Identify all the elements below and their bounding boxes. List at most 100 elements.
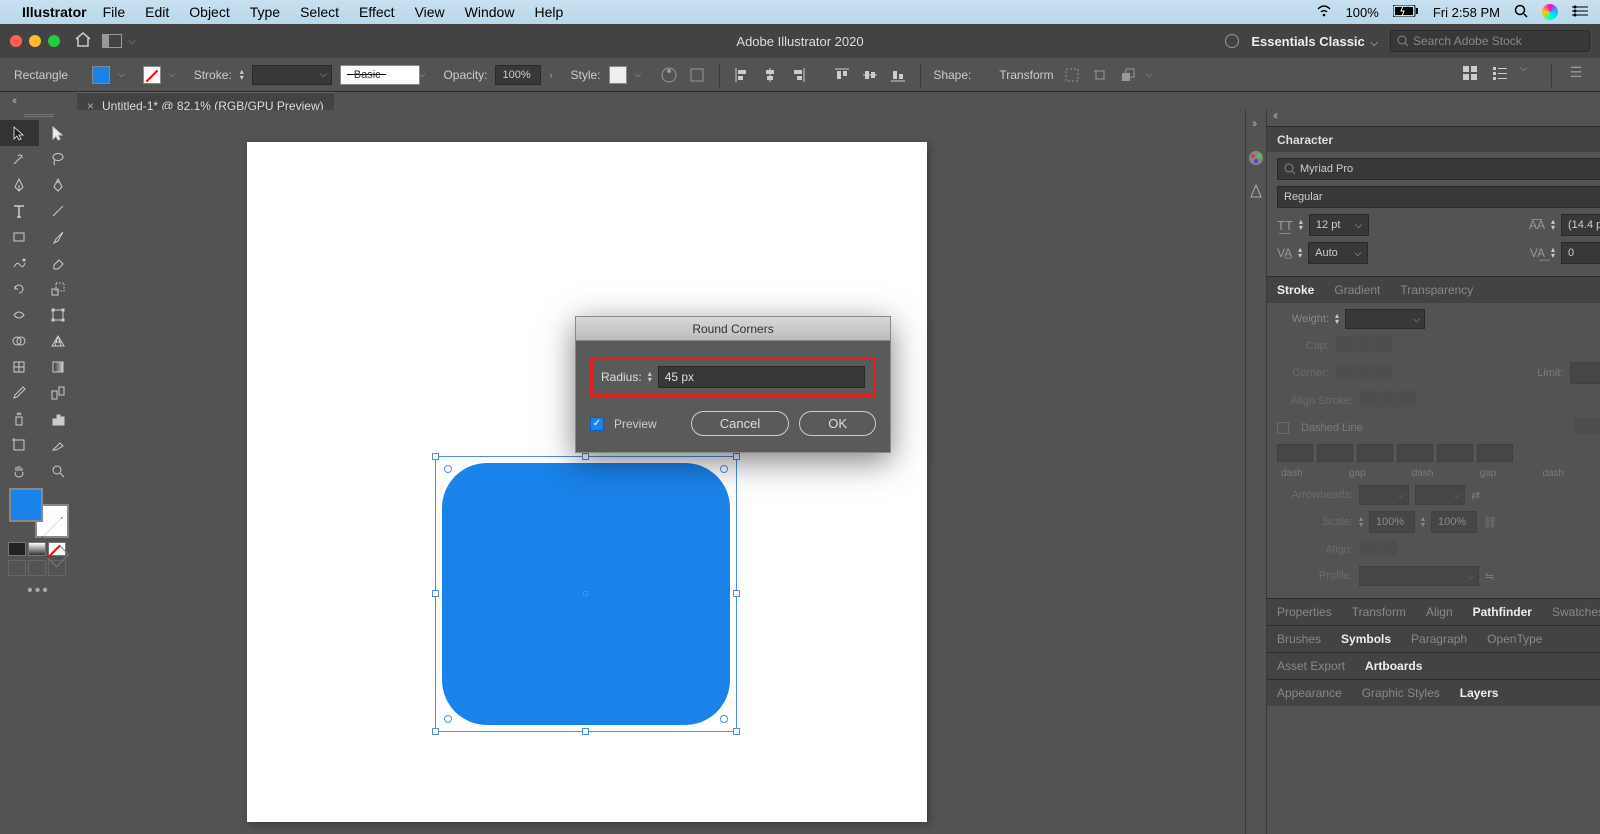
corner-widget-tl[interactable]: [444, 465, 452, 473]
color-panel-icon[interactable]: [1246, 148, 1266, 168]
listview-drop[interactable]: ⌵: [1520, 63, 1527, 87]
opacity-field[interactable]: [495, 65, 541, 85]
tab-artboards[interactable]: Artboards: [1355, 653, 1432, 679]
tab-transform[interactable]: Transform: [1342, 599, 1416, 625]
handle-tl[interactable]: [432, 453, 439, 460]
tab-graphic-styles[interactable]: Graphic Styles: [1352, 680, 1450, 706]
tab-stroke[interactable]: Stroke: [1267, 277, 1324, 303]
shape-builder-tool[interactable]: [0, 328, 39, 354]
tab-appearance[interactable]: Appearance: [1267, 680, 1352, 706]
mesh-tool[interactable]: [0, 354, 39, 380]
arrow-scale1[interactable]: 100%: [1369, 511, 1415, 533]
clock[interactable]: Fri 2:58 PM: [1433, 5, 1500, 20]
free-transform-tool[interactable]: [39, 302, 78, 328]
draw-normal[interactable]: [8, 560, 26, 576]
stroke-weight-stepper[interactable]: ▴▾: [240, 69, 244, 81]
color-guide-icon[interactable]: [1246, 182, 1266, 202]
style-swatch[interactable]: [609, 66, 627, 84]
home-button[interactable]: [74, 31, 92, 52]
slice-tool[interactable]: [39, 432, 78, 458]
gap3[interactable]: [1477, 444, 1513, 462]
profile-field[interactable]: ⌵: [1359, 566, 1479, 586]
fill-dropdown[interactable]: ⌵: [118, 69, 125, 80]
limit-field[interactable]: [1570, 362, 1600, 384]
flip-profile-icon[interactable]: ⇋: [1485, 570, 1494, 583]
tab-asset-export[interactable]: Asset Export: [1267, 653, 1355, 679]
handle-tm[interactable]: [582, 453, 589, 460]
app-name[interactable]: Illustrator: [22, 4, 87, 20]
handle-mr[interactable]: [733, 590, 740, 597]
arrow-align-buttons[interactable]: [1359, 539, 1397, 560]
corner-widget-br[interactable]: [720, 715, 728, 723]
tab-transparency[interactable]: Transparency: [1390, 277, 1483, 303]
handle-bl[interactable]: [432, 728, 439, 735]
handle-bm[interactable]: [582, 728, 589, 735]
fill-swatch[interactable]: [92, 66, 110, 84]
expand-left-icon[interactable]: ‹‹: [12, 95, 15, 107]
fill-color-box[interactable]: [9, 488, 43, 522]
ok-button[interactable]: OK: [799, 411, 876, 436]
rotate-tool[interactable]: [0, 276, 39, 302]
control-center-icon[interactable]: [1572, 5, 1588, 20]
tab-brushes[interactable]: Brushes: [1267, 626, 1331, 652]
cancel-button[interactable]: Cancel: [691, 411, 789, 436]
menu-view[interactable]: View: [415, 4, 445, 20]
menu-window[interactable]: Window: [465, 4, 515, 20]
font-size-field[interactable]: 12 pt⌵: [1309, 214, 1369, 236]
shaper-tool[interactable]: [0, 250, 39, 276]
dash2[interactable]: [1357, 444, 1393, 462]
zoom-tool[interactable]: [39, 458, 78, 484]
tab-swatches[interactable]: Swatches: [1542, 599, 1600, 625]
weight-stepper[interactable]: ▴▾: [1335, 313, 1339, 325]
maximize-window[interactable]: [48, 35, 60, 47]
menu-edit[interactable]: Edit: [145, 4, 169, 20]
arrange-icon[interactable]: [1118, 65, 1138, 85]
align-art-icon[interactable]: [687, 65, 707, 85]
font-style-field[interactable]: Regular ⌵: [1277, 186, 1600, 208]
menu-file[interactable]: File: [103, 4, 126, 20]
paintbrush-tool[interactable]: [39, 224, 78, 250]
align-vcenter-icon[interactable]: [860, 65, 880, 85]
line-tool[interactable]: [39, 198, 78, 224]
pen-tool[interactable]: [0, 172, 39, 198]
close-window[interactable]: [10, 35, 22, 47]
opacity-dropdown[interactable]: ›: [549, 70, 552, 80]
dashed-checkbox[interactable]: [1277, 422, 1289, 434]
kerning-stepper[interactable]: ▴▾: [1298, 247, 1302, 259]
eyedropper-tool[interactable]: [0, 380, 39, 406]
shape-label[interactable]: Shape:: [933, 68, 971, 82]
siri-icon[interactable]: [1542, 4, 1558, 20]
align-stroke-buttons[interactable]: [1359, 390, 1416, 411]
edit-toolbar[interactable]: •••: [0, 582, 77, 600]
arrange-documents[interactable]: ⌵: [102, 34, 136, 48]
arrow-scale2[interactable]: 100%: [1431, 511, 1477, 533]
eraser-tool[interactable]: [39, 250, 78, 276]
link-scale-icon[interactable]: ⛓: [1483, 516, 1497, 529]
grid-icon[interactable]: [1460, 63, 1480, 83]
type-tool[interactable]: [0, 198, 39, 224]
dock-collapse[interactable]: ››: [1246, 118, 1255, 134]
align-hcenter-icon[interactable]: [760, 65, 780, 85]
character-panel-header[interactable]: Character ≡: [1267, 126, 1600, 152]
tab-paragraph[interactable]: Paragraph: [1401, 626, 1477, 652]
stroke-swatch[interactable]: [143, 66, 161, 84]
gradient-tool[interactable]: [39, 354, 78, 380]
handle-ml[interactable]: [432, 590, 439, 597]
align-left-icon[interactable]: [732, 65, 752, 85]
weight-field[interactable]: ⌵: [1345, 309, 1425, 329]
size-stepper[interactable]: ▴▾: [1299, 219, 1303, 231]
preview-checkbox[interactable]: ✓: [590, 417, 604, 431]
none-mode[interactable]: [48, 542, 66, 556]
selection-tool[interactable]: [0, 120, 39, 146]
leading-stepper[interactable]: ▴▾: [1551, 219, 1555, 231]
transform-label[interactable]: Transform: [999, 68, 1053, 82]
swap-arrows-icon[interactable]: ⇄: [1471, 489, 1480, 502]
align-bottom-icon[interactable]: [888, 65, 908, 85]
draw-behind[interactable]: [28, 560, 46, 576]
rectangle-tool[interactable]: [0, 224, 39, 250]
toolbar-grip[interactable]: [0, 110, 77, 120]
scale-tool[interactable]: [39, 276, 78, 302]
dash3[interactable]: [1437, 444, 1473, 462]
arrow-end[interactable]: ⌵: [1415, 485, 1465, 505]
dash1[interactable]: [1277, 444, 1313, 462]
